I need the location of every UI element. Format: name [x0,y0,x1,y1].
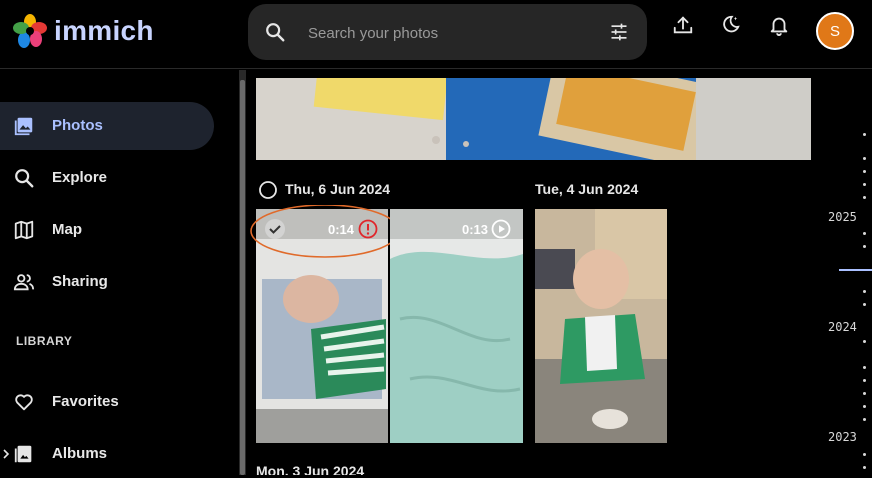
scrubber-month-dot[interactable] [863,466,866,469]
sidebar: Photos Explore Map Sharing LIBRARY Favor… [0,70,240,475]
photo-image [535,209,667,443]
video-thumbnail[interactable]: 0:13 [390,209,523,443]
sidebar-scrollbar-thumb[interactable] [240,80,245,475]
user-initial: S [829,22,840,40]
sidebar-item-favorites[interactable]: Favorites [0,378,214,426]
search-icon[interactable] [264,21,286,43]
select-group-icon[interactable] [258,180,278,200]
scrubber-month-dot[interactable] [863,196,866,199]
theme-toggle-icon[interactable] [719,14,741,36]
sidebar-item-label: Sharing [52,273,108,290]
sidebar-item-label: Explore [52,169,108,186]
scrubber-position-indicator [839,269,872,271]
scrubber-year[interactable]: 2025 [828,210,857,224]
sidebar-item-photos[interactable]: Photos [0,102,214,150]
photos-icon [14,117,33,136]
scrubber-month-dot[interactable] [863,453,866,456]
scrubber-month-dot[interactable] [863,418,866,421]
library-heading: LIBRARY [16,334,73,348]
sidebar-item-map[interactable]: Map [0,206,214,254]
scrubber-month-dot[interactable] [863,405,866,408]
scrubber-month-dot[interactable] [863,379,866,382]
heart-icon [15,394,33,411]
chevron-right-icon[interactable] [2,449,10,459]
highlight-annotation [250,205,400,258]
scrubber-month-dot[interactable] [863,232,866,235]
scrubber-month-dot[interactable] [863,133,866,136]
search-bar[interactable] [248,4,647,60]
immich-logo-icon [13,14,47,48]
sidebar-item-label: Map [52,221,82,238]
top-bar: immich S [0,0,872,69]
scrubber-month-dot[interactable] [863,366,866,369]
scrubber-month-dot[interactable] [863,170,866,173]
sidebar-item-label: Albums [52,445,108,462]
sidebar-item-label: Photos [52,117,103,134]
app-name: immich [54,15,154,46]
scrubber-year[interactable]: 2023 [828,430,857,444]
sidebar-item-albums[interactable]: Albums [0,430,214,478]
search-filters-icon[interactable] [609,22,629,42]
date-group-header: Tue, 4 Jun 2024 [535,181,639,197]
scrubber-month-dot[interactable] [863,340,866,343]
photo-thumbnail[interactable] [535,209,667,443]
video-duration: 0:13 [462,222,489,237]
photo-thumbnail[interactable] [256,78,811,160]
scrubber-month-dot[interactable] [863,303,866,306]
scrubber-month-dot[interactable] [863,392,866,395]
scrubber-year[interactable]: 2024 [828,320,857,334]
photo-image [256,78,811,160]
play-icon[interactable] [491,219,511,239]
sidebar-item-sharing[interactable]: Sharing [0,258,214,306]
timeline-scrubber[interactable]: 2025 2024 2023 [826,70,872,475]
search-input[interactable] [306,18,600,48]
date-group-header: Thu, 6 Jun 2024 [285,181,391,197]
map-icon [14,220,34,240]
app-logo[interactable]: immich [12,13,154,49]
upload-icon[interactable] [672,14,694,36]
people-icon [13,274,35,291]
user-avatar[interactable]: S [816,12,854,50]
scrubber-month-dot[interactable] [863,183,866,186]
album-icon [14,445,32,463]
photo-image [390,209,523,443]
scrubber-month-dot[interactable] [863,157,866,160]
date-group-header: Mon, 3 Jun 2024 [256,463,365,475]
photo-timeline: Thu, 6 Jun 2024 Tue, 4 Jun 2024 0:14 0:1… [248,70,828,475]
sidebar-item-explore[interactable]: Explore [0,154,214,202]
scrubber-month-dot[interactable] [863,290,866,293]
notifications-icon[interactable] [768,14,790,36]
search-icon [15,169,34,188]
scrubber-month-dot[interactable] [863,245,866,248]
sidebar-item-label: Favorites [52,393,119,410]
